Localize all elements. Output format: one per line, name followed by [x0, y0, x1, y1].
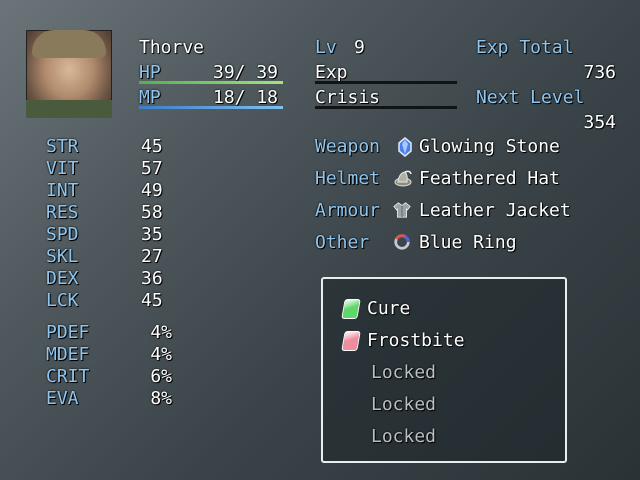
stat-value: 27: [141, 246, 163, 267]
mp-label: MP: [139, 87, 161, 108]
stat-label: DEX: [46, 268, 79, 289]
green-gem-icon: [341, 299, 361, 319]
stat-label: SKL: [46, 246, 79, 267]
hp-value: 39/ 39: [213, 62, 279, 83]
exp-total-label: Exp Total: [476, 37, 574, 58]
stat-value: 57: [141, 158, 163, 179]
skill-label: Cure: [367, 298, 411, 319]
skill-label: Locked: [371, 426, 437, 447]
level-label: Lv: [315, 37, 337, 58]
actor-portrait: [26, 30, 112, 118]
mp-value: 18/ 18: [213, 87, 279, 108]
skill-label: Locked: [371, 362, 437, 383]
stat-value: 45: [141, 290, 163, 311]
equip-slot-other: Other: [315, 232, 370, 253]
substat-label: EVA: [46, 388, 79, 409]
next-level-label: Next Level: [476, 87, 585, 108]
exp-label: Exp: [315, 62, 348, 83]
level-value: 9: [354, 37, 365, 58]
hat-icon: [394, 170, 412, 187]
stat-label: LCK: [46, 290, 79, 311]
equip-slot-armour: Armour: [315, 200, 381, 221]
pink-gem-icon: [341, 331, 361, 351]
skill-window: Cure Frostbite Locked Locked Locked: [321, 277, 567, 463]
equip-item-weapon: Glowing Stone: [419, 136, 560, 157]
crystal-icon: [398, 137, 412, 157]
substat-label: CRIT: [46, 366, 90, 387]
hp-gauge: [139, 81, 283, 84]
equip-item-armour: Leather Jacket: [419, 200, 571, 221]
stat-label: VIT: [46, 158, 79, 179]
substat-value: 4%: [150, 344, 172, 365]
equip-slot-helmet: Helmet: [315, 168, 381, 189]
stat-label: INT: [46, 180, 79, 201]
crisis-label: Crisis: [315, 87, 381, 108]
skill-label: Locked: [371, 394, 437, 415]
jacket-icon: [393, 202, 411, 218]
substat-value: 6%: [150, 366, 172, 387]
stat-label: RES: [46, 202, 79, 223]
ring-icon: [394, 234, 410, 250]
substat-label: MDEF: [46, 344, 90, 365]
equip-item-other: Blue Ring: [419, 232, 517, 253]
equip-slot-weapon: Weapon: [315, 136, 381, 157]
stat-value: 36: [141, 268, 163, 289]
stat-value: 45: [141, 136, 163, 157]
stat-label: SPD: [46, 224, 79, 245]
stat-value: 58: [141, 202, 163, 223]
substat-value: 4%: [150, 322, 172, 343]
stat-label: STR: [46, 136, 79, 157]
exp-gauge: [315, 81, 457, 84]
mp-gauge: [139, 106, 283, 109]
hp-label: HP: [139, 62, 161, 83]
next-level-value: 354: [583, 112, 616, 133]
exp-total-value: 736: [583, 62, 616, 83]
equip-item-helmet: Feathered Hat: [419, 168, 560, 189]
status-screen: Thorve HP 39/ 39 MP 18/ 18 Lv 9 Exp Cris…: [0, 0, 640, 480]
substat-label: PDEF: [46, 322, 90, 343]
substat-value: 8%: [150, 388, 172, 409]
stat-value: 49: [141, 180, 163, 201]
crisis-gauge: [315, 106, 457, 109]
actor-name: Thorve: [139, 37, 205, 58]
skill-label: Frostbite: [367, 330, 465, 351]
stat-value: 35: [141, 224, 163, 245]
